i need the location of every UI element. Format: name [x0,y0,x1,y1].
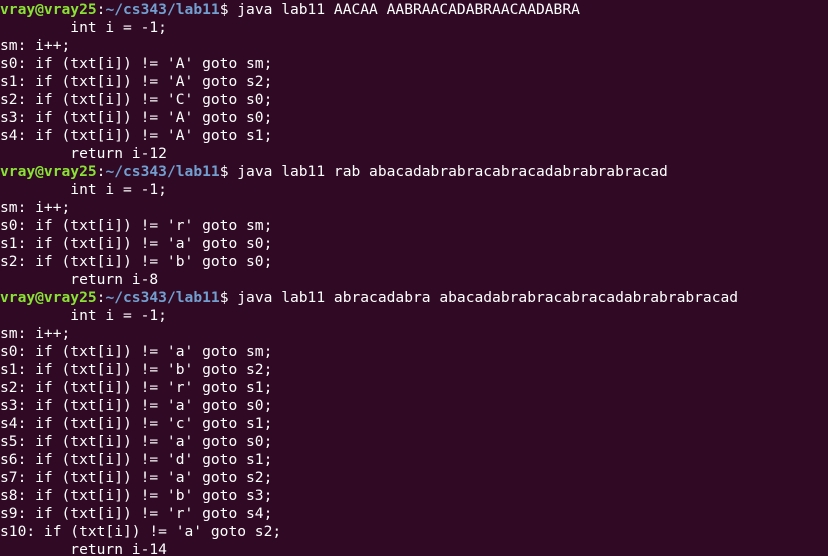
output-line: s5: if (txt[i]) != 'a' goto s0; [0,433,273,450]
prompt-user: vray@vray25 [0,163,97,180]
output-line: s8: if (txt[i]) != 'b' goto s3; [0,487,273,504]
output-line: int i = -1; [0,307,167,324]
output-line: int i = -1; [0,19,167,36]
output-line: s1: if (txt[i]) != 'A' goto s2; [0,73,273,90]
output-line: s0: if (txt[i]) != 'A' goto sm; [0,55,273,72]
output-line: sm: i++; [0,199,71,216]
output-line: s9: if (txt[i]) != 'r' goto s4; [0,505,273,522]
prompt-line: vray@vray25:~/cs343/lab11$ java lab11 AA… [0,1,828,19]
prompt-path: ~/cs343/lab11 [105,163,220,180]
prompt-command: $ java lab11 abracadabra abacadabrabraca… [219,289,739,306]
output-line: s2: if (txt[i]) != 'b' goto s0; [0,253,273,270]
output-line: s2: if (txt[i]) != 'C' goto s0; [0,91,273,108]
prompt-command: $ java lab11 AACAA AABRAACADABRAACAADABR… [219,1,580,18]
output-line: s3: if (txt[i]) != 'A' goto s0; [0,109,273,126]
output-line: s1: if (txt[i]) != 'b' goto s2; [0,361,273,378]
output-line: return i-8 [0,271,159,288]
prompt-line: vray@vray25:~/cs343/lab11$ java lab11 ab… [0,289,828,307]
output-line: s2: if (txt[i]) != 'r' goto s1; [0,379,273,396]
output-line: s7: if (txt[i]) != 'a' goto s2; [0,469,273,486]
output-line: s10: if (txt[i]) != 'a' goto s2; [0,523,282,540]
terminal-output[interactable]: vray@vray25:~/cs343/lab11$ java lab11 AA… [0,0,828,556]
output-line: int i = -1; [0,181,167,198]
prompt-line: vray@vray25:~/cs343/lab11$ java lab11 ra… [0,163,828,181]
output-line: s4: if (txt[i]) != 'A' goto s1; [0,127,273,144]
output-line: return i-14 [0,541,167,556]
output-line: s3: if (txt[i]) != 'a' goto s0; [0,397,273,414]
output-line: s0: if (txt[i]) != 'a' goto sm; [0,343,273,360]
output-line: return i-12 [0,145,167,162]
output-line: s6: if (txt[i]) != 'd' goto s1; [0,451,273,468]
output-line: sm: i++; [0,325,71,342]
prompt-user: vray@vray25 [0,289,97,306]
output-line: s1: if (txt[i]) != 'a' goto s0; [0,235,273,252]
prompt-user: vray@vray25 [0,1,97,18]
prompt-path: ~/cs343/lab11 [105,289,220,306]
output-line: s0: if (txt[i]) != 'r' goto sm; [0,217,273,234]
prompt-path: ~/cs343/lab11 [105,1,220,18]
output-line: sm: i++; [0,37,71,54]
prompt-command: $ java lab11 rab abacadabrabracabracadab… [219,163,668,180]
output-line: s4: if (txt[i]) != 'c' goto s1; [0,415,273,432]
